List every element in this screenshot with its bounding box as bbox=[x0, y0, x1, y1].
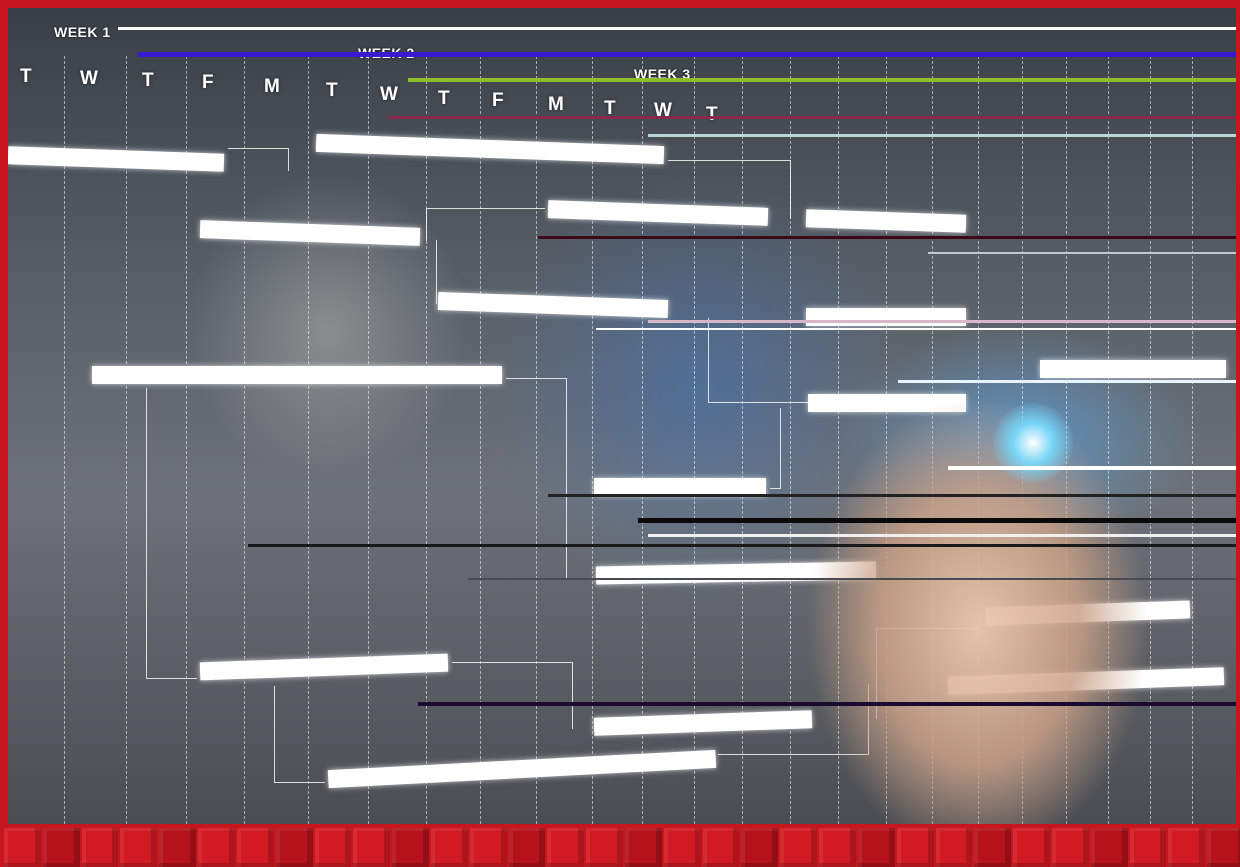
glitch-line bbox=[638, 518, 1236, 523]
day-column-line bbox=[1192, 56, 1193, 824]
day-column-line bbox=[1150, 56, 1151, 824]
day-column-line bbox=[64, 56, 65, 824]
dependency-line bbox=[146, 388, 197, 679]
day-column-line bbox=[368, 56, 369, 824]
glitch-line bbox=[928, 252, 1236, 254]
task-bar bbox=[92, 366, 502, 384]
glitch-line bbox=[468, 578, 1236, 580]
task-bar bbox=[805, 209, 967, 233]
day-label: M bbox=[264, 76, 280, 97]
red-tile-strip bbox=[0, 828, 1240, 867]
dependency-line bbox=[274, 686, 325, 783]
task-bar bbox=[1040, 360, 1226, 378]
gantt-photo: WEEK 1 WEEK 2 WEEK 3 T W T F M T W T F M… bbox=[8, 8, 1236, 824]
task-bar bbox=[8, 146, 225, 172]
dependency-line bbox=[770, 408, 781, 489]
day-label: W bbox=[380, 84, 398, 105]
day-column-line bbox=[126, 56, 127, 824]
day-label: T bbox=[142, 70, 154, 91]
task-bar bbox=[327, 749, 717, 789]
day-label: T bbox=[438, 88, 450, 109]
glitch-line bbox=[408, 78, 1236, 82]
glitch-line bbox=[648, 320, 1236, 323]
pen-glow-icon bbox=[993, 403, 1073, 483]
day-label: F bbox=[202, 72, 214, 93]
dependency-line bbox=[668, 160, 791, 219]
day-column-line bbox=[642, 56, 643, 824]
glitch-line bbox=[948, 466, 1236, 470]
glitch-line bbox=[248, 544, 1236, 547]
day-label: T bbox=[326, 80, 338, 101]
day-label: T bbox=[20, 66, 32, 87]
glitch-line bbox=[138, 52, 1236, 57]
glitch-line bbox=[648, 134, 1236, 137]
glitch-line bbox=[418, 702, 1236, 706]
dependency-line bbox=[452, 662, 573, 729]
task-bar bbox=[199, 220, 421, 246]
glitch-line bbox=[596, 328, 1236, 330]
dependency-line bbox=[436, 240, 439, 304]
task-bar bbox=[199, 653, 449, 681]
day-label: T bbox=[706, 104, 718, 125]
glitch-line bbox=[538, 236, 1236, 239]
glitch-line bbox=[548, 494, 1236, 497]
task-bar bbox=[806, 308, 966, 326]
dependency-line bbox=[708, 318, 809, 403]
glitch-line bbox=[388, 116, 1236, 119]
task-bar bbox=[437, 291, 669, 319]
day-label: F bbox=[492, 90, 504, 111]
week-1-label: WEEK 1 bbox=[54, 24, 111, 40]
day-label: M bbox=[548, 94, 564, 115]
day-column-line bbox=[592, 56, 593, 824]
day-label: W bbox=[80, 68, 98, 89]
glitch-line bbox=[648, 534, 1236, 537]
day-column-line bbox=[426, 56, 427, 824]
glitch-line bbox=[898, 380, 1236, 383]
dependency-line bbox=[228, 148, 289, 171]
hand-with-pen bbox=[808, 388, 1148, 824]
dependency-line bbox=[426, 208, 545, 241]
glitch-line bbox=[118, 27, 1236, 30]
day-column-line bbox=[244, 56, 245, 824]
dependency-line bbox=[506, 378, 567, 579]
